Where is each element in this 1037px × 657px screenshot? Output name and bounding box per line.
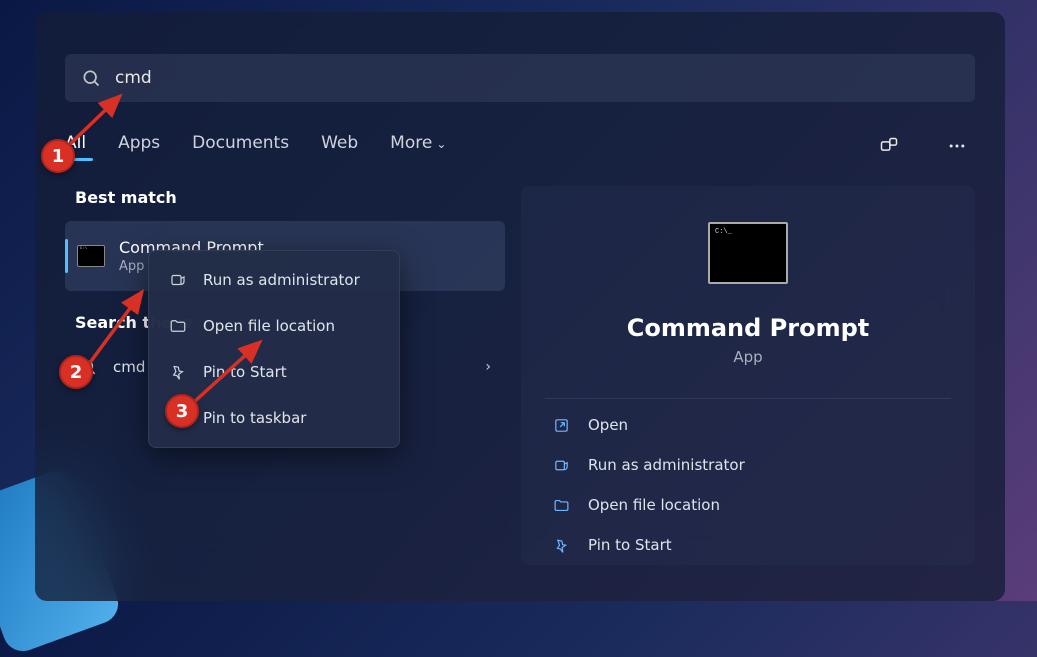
- annotation-badge-1: 1: [41, 139, 75, 173]
- cm-label: Open file location: [203, 317, 335, 335]
- shield-admin-icon: [169, 271, 187, 289]
- shield-admin-icon: [553, 457, 570, 474]
- filter-tabs: All Apps Documents Web More⌄: [65, 128, 975, 164]
- cm-run-admin[interactable]: Run as administrator: [149, 257, 399, 303]
- cmd-app-icon: [77, 245, 105, 267]
- search-input[interactable]: [115, 68, 959, 88]
- action-label: Pin to Start: [588, 536, 672, 554]
- section-best-match: Best match: [75, 188, 505, 207]
- chevron-right-icon: ›: [485, 359, 491, 375]
- preview-pane: Command Prompt App Open Run as administr…: [521, 186, 975, 565]
- action-open[interactable]: Open: [545, 405, 951, 445]
- open-icon: [553, 417, 570, 434]
- annotation-badge-3: 3: [165, 394, 199, 428]
- cm-pin-start[interactable]: Pin to Start: [149, 349, 399, 395]
- cmd-large-icon: [708, 222, 788, 284]
- chevron-down-icon: ⌄: [436, 137, 446, 151]
- cm-open-location[interactable]: Open file location: [149, 303, 399, 349]
- preview-title: Command Prompt: [627, 314, 870, 342]
- pin-icon: [169, 363, 187, 381]
- cm-label: Pin to Start: [203, 363, 287, 381]
- folder-icon: [169, 317, 187, 335]
- action-label: Open file location: [588, 496, 720, 514]
- action-run-admin[interactable]: Run as administrator: [545, 445, 951, 485]
- search-bar[interactable]: [65, 54, 975, 102]
- annotation-badge-2: 2: [59, 355, 93, 389]
- tab-more[interactable]: More⌄: [390, 133, 446, 159]
- action-label: Open: [588, 416, 628, 434]
- more-options-icon[interactable]: [939, 128, 975, 164]
- folder-icon: [553, 497, 570, 514]
- tab-documents[interactable]: Documents: [192, 133, 289, 159]
- cm-label: Run as administrator: [203, 271, 360, 289]
- cm-label: Pin to taskbar: [203, 409, 306, 427]
- action-pin-start[interactable]: Pin to Start: [545, 525, 951, 565]
- search-icon: [81, 68, 101, 88]
- quick-search-icon[interactable]: [871, 128, 907, 164]
- tab-web[interactable]: Web: [321, 133, 358, 159]
- pin-icon: [553, 537, 570, 554]
- preview-subtitle: App: [733, 348, 762, 366]
- action-open-location[interactable]: Open file location: [545, 485, 951, 525]
- divider: [545, 398, 951, 399]
- tab-apps[interactable]: Apps: [118, 133, 160, 159]
- action-label: Run as administrator: [588, 456, 745, 474]
